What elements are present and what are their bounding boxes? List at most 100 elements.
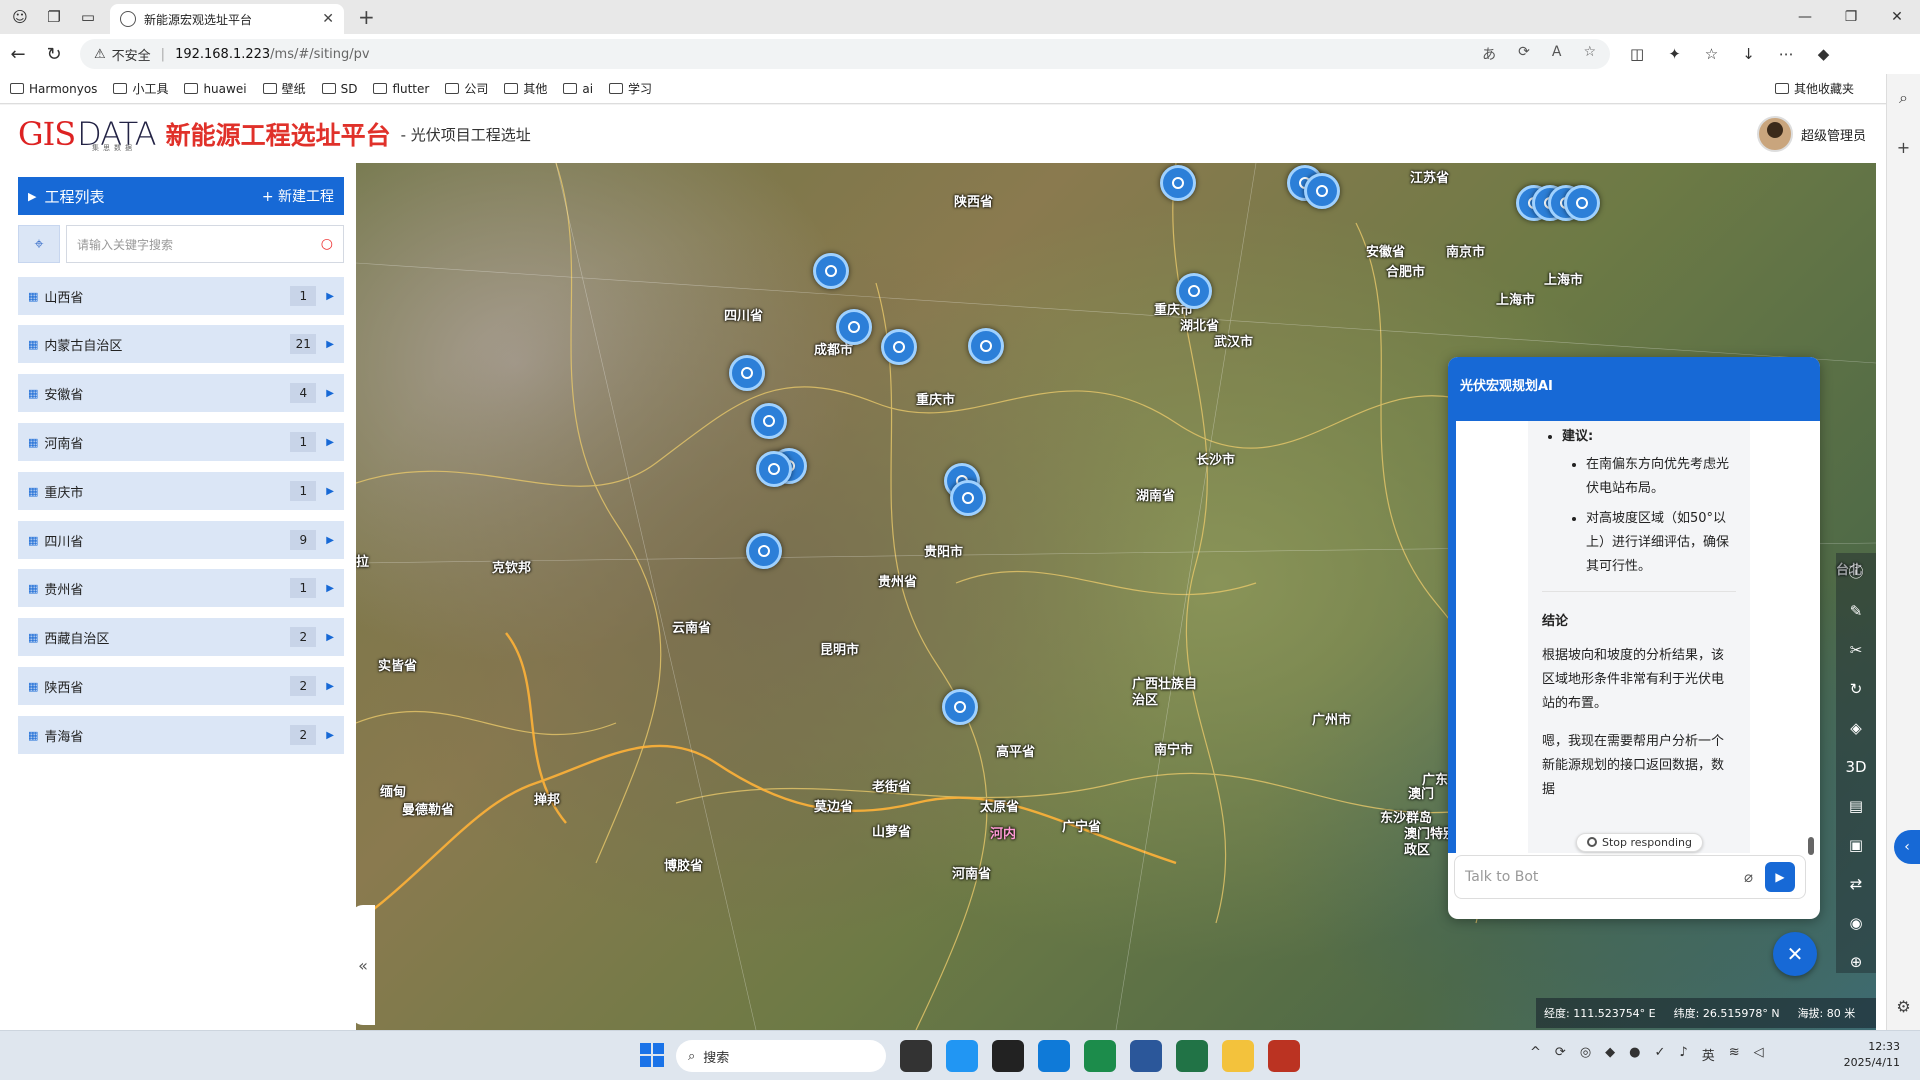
sync-icon[interactable]: ⟳: [1518, 44, 1530, 64]
project-marker[interactable]: [1304, 173, 1340, 209]
terminal-icon[interactable]: [992, 1040, 1024, 1072]
province-item[interactable]: ▦ 青海省 2 ▶: [18, 716, 344, 754]
bookmark-item[interactable]: 学习: [609, 80, 652, 97]
translate-icon[interactable]: あ: [1482, 44, 1496, 64]
project-marker[interactable]: [756, 451, 792, 487]
project-marker[interactable]: [942, 689, 978, 725]
workspaces-icon[interactable]: ❐: [40, 3, 68, 31]
province-item[interactable]: ▦ 内蒙古自治区 21 ▶: [18, 325, 344, 363]
folder-icon[interactable]: [1222, 1040, 1254, 1072]
project-marker[interactable]: [881, 329, 917, 365]
favorite-star-icon[interactable]: ☆: [1583, 44, 1596, 64]
tray-app-icon[interactable]: ✓: [1655, 1045, 1666, 1064]
project-marker[interactable]: [1564, 185, 1600, 221]
app-icon[interactable]: [946, 1040, 978, 1072]
search-icon[interactable]: ⌕: [1887, 88, 1920, 108]
reload-button[interactable]: ↻: [36, 44, 72, 65]
close-chat-button[interactable]: ✕: [1773, 932, 1817, 976]
tray-app-icon[interactable]: ◆: [1605, 1045, 1615, 1064]
app-icon[interactable]: [1268, 1040, 1300, 1072]
chat-body[interactable]: 建议: 在南偏东方向优先考虑光伏电站布局。 对高坡度区域（如50°以上）进行详细…: [1448, 413, 1820, 855]
settings-icon[interactable]: ⚙: [1887, 997, 1920, 1016]
minimize-button[interactable]: —: [1782, 0, 1828, 34]
province-item[interactable]: ▦ 四川省 9 ▶: [18, 521, 344, 559]
user-menu[interactable]: 超级管理员: [1756, 116, 1866, 152]
bookmark-item[interactable]: Harmonyos: [10, 82, 97, 96]
tray-app-icon[interactable]: ◎: [1580, 1045, 1591, 1064]
locate-button[interactable]: ⌖: [18, 225, 60, 263]
province-item[interactable]: ▦ 河南省 1 ▶: [18, 423, 344, 461]
info-icon[interactable]: ⓘ: [1836, 553, 1876, 592]
area-measure-icon[interactable]: ✂: [1836, 631, 1876, 670]
ime-indicator[interactable]: 英: [1702, 1045, 1715, 1064]
tab-actions-icon[interactable]: ▭: [74, 3, 102, 31]
sync-icon[interactable]: ⟳: [1555, 1045, 1566, 1064]
province-item[interactable]: ▦ 山西省 1 ▶: [18, 277, 344, 315]
bookmark-item[interactable]: 其他: [504, 80, 547, 97]
province-item[interactable]: ▦ 西藏自治区 2 ▶: [18, 618, 344, 656]
globe-icon[interactable]: ⊕: [1836, 943, 1876, 982]
bookmark-item[interactable]: 小工具: [113, 80, 168, 97]
close-window-button[interactable]: ✕: [1874, 0, 1920, 34]
app-icon[interactable]: [1084, 1040, 1116, 1072]
search-input[interactable]: 请输入关键字搜索 ○: [66, 225, 344, 263]
province-item[interactable]: ▦ 重庆市 1 ▶: [18, 472, 344, 510]
close-tab-icon[interactable]: ✕: [322, 11, 334, 27]
restore-button[interactable]: ❐: [1828, 0, 1874, 34]
expand-panel-button[interactable]: ‹: [1894, 830, 1920, 864]
project-marker[interactable]: [968, 328, 1004, 364]
chevron-up-icon[interactable]: ^: [1530, 1045, 1541, 1064]
security-label[interactable]: 不安全: [112, 45, 151, 64]
edge-icon[interactable]: [1038, 1040, 1070, 1072]
project-marker[interactable]: [1160, 165, 1196, 201]
split-screen-icon[interactable]: ◫: [1630, 45, 1644, 63]
chat-scrollbar[interactable]: [1808, 429, 1816, 855]
profile-icon[interactable]: ☺: [6, 3, 34, 31]
wifi-icon[interactable]: ≋: [1729, 1045, 1740, 1064]
swap-icon[interactable]: ⇄: [1836, 865, 1876, 904]
project-list-header[interactable]: ▶ 工程列表 + 新建工程: [18, 177, 344, 215]
downloads-icon[interactable]: ↓: [1742, 45, 1755, 63]
extensions-icon[interactable]: ✦: [1668, 45, 1681, 63]
new-tab-button[interactable]: +: [358, 5, 375, 29]
project-marker[interactable]: [746, 533, 782, 569]
other-bookmarks[interactable]: 其他收藏夹: [1774, 80, 1854, 97]
3d-toggle[interactable]: 3D: [1836, 748, 1876, 787]
browser-tab[interactable]: 新能源宏观选址平台 ✕: [110, 4, 344, 34]
taskbar-search[interactable]: ⌕ 搜索: [676, 1040, 886, 1072]
read-aloud-icon[interactable]: A: [1552, 44, 1562, 64]
ruler-icon[interactable]: ✎: [1836, 592, 1876, 631]
copilot-icon[interactable]: ◆: [1818, 45, 1830, 63]
url-field[interactable]: ⚠ 不安全 | 192.168.1.223 /ms/#/siting/pv あ …: [80, 39, 1610, 69]
back-button[interactable]: ←: [0, 44, 36, 65]
volume-icon[interactable]: ◁: [1754, 1045, 1764, 1064]
bookmark-item[interactable]: ai: [563, 82, 593, 96]
bookmark-item[interactable]: huawei: [184, 82, 247, 96]
project-marker[interactable]: [836, 309, 872, 345]
start-button[interactable]: [640, 1043, 664, 1067]
word-icon[interactable]: [1130, 1040, 1162, 1072]
send-button[interactable]: ▶: [1765, 862, 1795, 892]
more-icon[interactable]: ⋯: [1779, 45, 1794, 63]
stop-responding-button[interactable]: Stop responding: [1576, 833, 1703, 852]
province-item[interactable]: ▦ 贵州省 1 ▶: [18, 569, 344, 607]
province-item[interactable]: ▦ 陕西省 2 ▶: [18, 667, 344, 705]
image-icon[interactable]: ▣: [1836, 826, 1876, 865]
new-project-button[interactable]: + 新建工程: [262, 186, 334, 206]
scroll-thumb[interactable]: [1808, 837, 1814, 855]
project-marker[interactable]: [751, 403, 787, 439]
refresh-icon[interactable]: ↻: [1836, 670, 1876, 709]
search-icon[interactable]: ○: [321, 236, 333, 252]
bookmark-item[interactable]: 壁纸: [262, 80, 306, 97]
attach-icon[interactable]: ⌀: [1744, 868, 1753, 886]
layers-icon[interactable]: ◈: [1836, 709, 1876, 748]
tray-app-icon[interactable]: ●: [1629, 1045, 1640, 1064]
chart-icon[interactable]: ▤: [1836, 787, 1876, 826]
province-item[interactable]: ▦ 安徽省 4 ▶: [18, 374, 344, 412]
favorites-icon[interactable]: ☆: [1705, 45, 1718, 63]
project-marker[interactable]: [950, 480, 986, 516]
collapse-sidebar-button[interactable]: «: [351, 905, 375, 1025]
bookmark-item[interactable]: flutter: [373, 82, 429, 96]
mic-icon[interactable]: ♪: [1679, 1045, 1687, 1064]
compass-icon[interactable]: ◉: [1836, 904, 1876, 943]
